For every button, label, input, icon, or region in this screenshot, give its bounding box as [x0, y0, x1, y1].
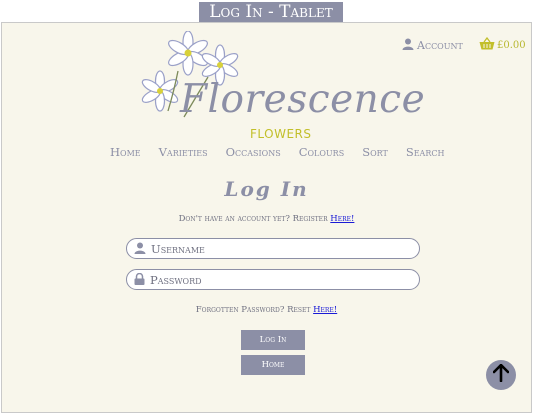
forgot-password-prompt: Forgotten Password? Reset Here!	[2, 305, 531, 315]
account-link[interactable]: Account	[402, 38, 463, 52]
username-field[interactable]	[126, 238, 420, 259]
main-nav: Home Varieties Occasions Colours Sort Se…	[110, 145, 444, 161]
user-icon	[402, 38, 414, 53]
login-button[interactable]: Log In	[241, 330, 305, 350]
username-input[interactable]	[151, 241, 391, 256]
nav-sort[interactable]: Sort	[362, 145, 388, 161]
forgot-text: Forgotten Password? Reset	[195, 305, 311, 315]
scroll-to-top-button[interactable]	[486, 360, 516, 390]
lock-icon	[134, 270, 145, 289]
register-prompt: Don't have an account yet? Register Here…	[2, 214, 531, 224]
arrow-up-icon	[492, 363, 510, 386]
basket-link[interactable]: £0.00	[479, 36, 526, 53]
login-heading: Log In	[224, 177, 309, 201]
home-button[interactable]: Home	[241, 355, 305, 375]
site-frame: Account £0.00 Florescence FLOWERS Home V…	[1, 22, 532, 413]
nav-occasions[interactable]: Occasions	[226, 145, 281, 161]
page-caption: Log In - Tablet	[199, 2, 343, 23]
password-field[interactable]	[126, 269, 420, 290]
logo-wordmark: Florescence	[180, 77, 426, 122]
nav-search[interactable]: Search	[406, 145, 445, 161]
logo-subtitle: FLOWERS	[250, 127, 312, 141]
register-link[interactable]: Here!	[330, 214, 354, 224]
reset-password-link[interactable]: Here!	[313, 305, 337, 315]
register-text: Don't have an account yet? Register	[178, 214, 328, 224]
site-logo[interactable]: Florescence FLOWERS	[138, 31, 425, 141]
basket-icon	[479, 36, 495, 53]
nav-colours[interactable]: Colours	[299, 145, 344, 161]
password-input[interactable]	[150, 272, 390, 287]
nav-varieties[interactable]: Varieties	[159, 145, 208, 161]
basket-total: £0.00	[497, 39, 526, 51]
account-label: Account	[417, 38, 463, 52]
user-icon	[134, 239, 146, 258]
nav-home[interactable]: Home	[110, 145, 141, 161]
